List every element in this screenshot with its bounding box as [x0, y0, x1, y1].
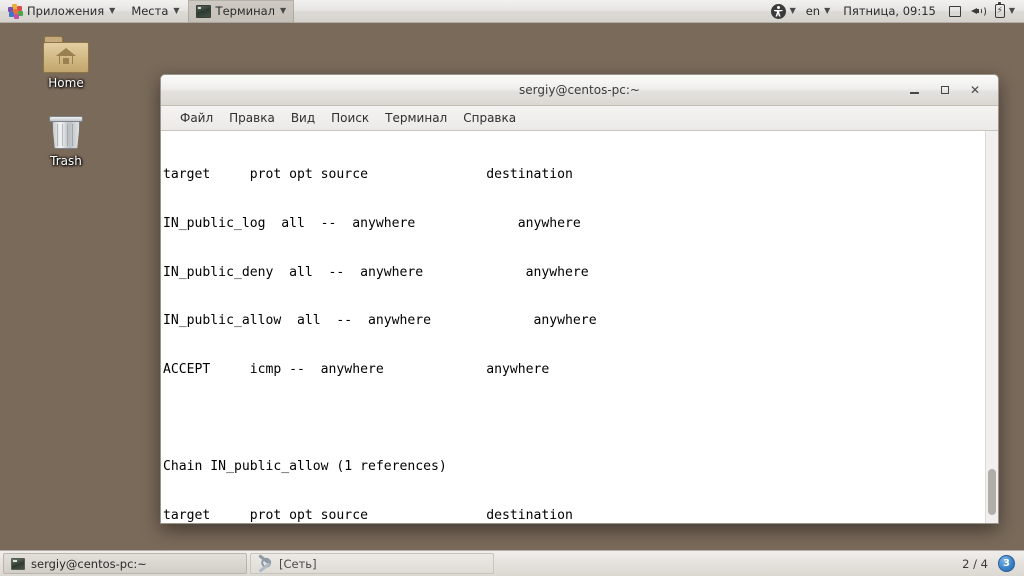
- chevron-down-icon: ▼: [1009, 7, 1015, 15]
- clock[interactable]: Пятница, 09:15: [835, 4, 944, 18]
- battery-menu[interactable]: ⚡ ▼: [990, 0, 1020, 23]
- terminal-scrollbar-thumb[interactable]: [988, 469, 996, 515]
- menu-terminal-label: Терминал: [216, 4, 275, 18]
- window-titlebar[interactable]: sergiy@centos-pc:~ ✕: [161, 75, 998, 106]
- terminal-line: target prot opt source destination: [163, 508, 985, 523]
- menu-file[interactable]: Файл: [173, 109, 220, 127]
- menu-help[interactable]: Справка: [456, 109, 523, 127]
- menu-search[interactable]: Поиск: [324, 109, 376, 127]
- top-panel-tray: ▼ en ▼ Пятница, 09:15 ⚡ ▼: [766, 0, 1024, 22]
- terminal-line: [163, 410, 985, 426]
- terminal-line: IN_public_log all -- anywhere anywhere: [163, 216, 985, 232]
- terminal-menubar: Файл Правка Вид Поиск Терминал Справка: [161, 106, 998, 131]
- menu-terminal[interactable]: Терминал ▼: [188, 0, 295, 23]
- notification-badge[interactable]: 3: [998, 555, 1015, 572]
- desktop-icon-trash[interactable]: Trash: [24, 112, 108, 168]
- keyboard-layout-label: en: [806, 4, 820, 18]
- terminal-line: ACCEPT icmp -- anywhere anywhere: [163, 362, 985, 378]
- desktop-icon-home-label: Home: [48, 76, 83, 90]
- menu-places-label: Места: [131, 4, 168, 18]
- desktop[interactable]: Приложения ▼ Места ▼ Терминал ▼ ▼ en ▼: [0, 0, 1024, 576]
- terminal-icon: [11, 558, 25, 570]
- taskbar-window-terminal[interactable]: sergiy@centos-pc:~: [3, 553, 247, 574]
- display-settings-button[interactable]: [944, 0, 966, 23]
- desktop-icon-trash-label: Trash: [50, 154, 82, 168]
- terminal-window[interactable]: sergiy@centos-pc:~ ✕ Файл Правка Вид Пои…: [160, 74, 999, 524]
- terminal-output[interactable]: target prot opt source destination IN_pu…: [161, 131, 985, 523]
- chevron-down-icon: ▼: [173, 7, 179, 15]
- display-icon: [949, 6, 961, 17]
- menu-places[interactable]: Места ▼: [123, 0, 187, 23]
- battery-icon: ⚡: [995, 4, 1005, 18]
- volume-icon: [971, 5, 985, 18]
- chevron-down-icon: ▼: [280, 7, 286, 15]
- taskbar-window-network[interactable]: [Сеть]: [250, 553, 494, 574]
- menu-applications[interactable]: Приложения ▼: [0, 0, 123, 23]
- terminal-line: target prot opt source destination: [163, 167, 985, 183]
- top-panel: Приложения ▼ Места ▼ Терминал ▼ ▼ en ▼: [0, 0, 1024, 23]
- chevron-down-icon: ▼: [790, 7, 796, 15]
- menu-view[interactable]: Вид: [284, 109, 322, 127]
- accessibility-icon: [771, 4, 786, 19]
- desktop-icon-home[interactable]: Home: [24, 36, 108, 90]
- terminal-line: Chain IN_public_allow (1 references): [163, 459, 985, 475]
- taskbar-window-network-label: [Сеть]: [279, 557, 317, 571]
- trash-can-icon: [46, 112, 86, 152]
- network-tools-icon: [258, 557, 273, 570]
- taskbar-window-terminal-label: sergiy@centos-pc:~: [31, 557, 147, 571]
- terminal-window-icon: [196, 5, 211, 18]
- terminal-scrollbar[interactable]: [985, 131, 998, 523]
- menu-edit[interactable]: Правка: [222, 109, 282, 127]
- close-icon[interactable]: ✕: [968, 83, 982, 97]
- terminal-body[interactable]: target prot opt source destination IN_pu…: [161, 131, 998, 523]
- menu-terminal[interactable]: Терминал: [378, 109, 454, 127]
- home-folder-icon: [43, 36, 89, 74]
- minimize-button[interactable]: [908, 83, 922, 97]
- chevron-down-icon: ▼: [824, 7, 830, 15]
- volume-button[interactable]: [966, 0, 990, 23]
- taskbar-right: 2 / 4 3: [960, 555, 1021, 572]
- taskbar: sergiy@centos-pc:~ [Сеть] 2 / 4 3: [0, 550, 1024, 576]
- menu-applications-label: Приложения: [27, 4, 104, 18]
- chevron-down-icon: ▼: [109, 7, 115, 15]
- terminal-line: IN_public_deny all -- anywhere anywhere: [163, 265, 985, 281]
- keyboard-layout-menu[interactable]: en ▼: [801, 0, 836, 23]
- workspace-switcher[interactable]: 2 / 4: [960, 557, 990, 571]
- accessibility-menu[interactable]: ▼: [766, 0, 801, 23]
- terminal-line: IN_public_allow all -- anywhere anywhere: [163, 313, 985, 329]
- window-title: sergiy@centos-pc:~: [161, 83, 998, 97]
- top-panel-menus: Приложения ▼ Места ▼ Терминал ▼: [0, 0, 294, 22]
- window-controls: ✕: [908, 83, 998, 97]
- applications-icon: [8, 4, 22, 18]
- maximize-button[interactable]: [938, 83, 952, 97]
